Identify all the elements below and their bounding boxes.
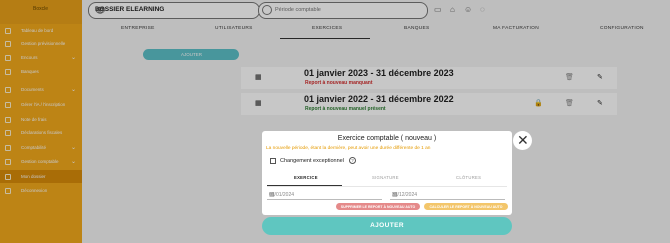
- close-icon: ✕: [517, 132, 529, 148]
- add-exercice-label: AJOUTER: [181, 52, 203, 57]
- tax-icon: [5, 129, 11, 136]
- exceptional-change-label: Changement exceptionnel: [280, 158, 344, 164]
- sidebar-item-banques[interactable]: Banques: [0, 65, 82, 78]
- delete-report-label: SUPPRIMER LE REPORT À NOUVEAU AUTO: [340, 204, 416, 209]
- calendar-icon: ▦: [255, 100, 262, 107]
- sidebar-item-tableau-de-bord[interactable]: Tableau de bord: [0, 24, 82, 37]
- sidebar-item-mon-dossier[interactable]: Mon dossier: [0, 170, 82, 183]
- dossier-selector[interactable]: DOSSIER ELEARNING 👁: [88, 2, 260, 19]
- sidebar-item-note-de-frais[interactable]: Note de frais: [0, 113, 82, 126]
- chevron-down-icon: ⌄: [71, 87, 77, 93]
- generate-report-label: CALCULER LE REPORT À NOUVEAU AUTO: [429, 204, 503, 209]
- user-icon[interactable]: ☺: [464, 5, 472, 14]
- calculator-icon: [5, 144, 11, 151]
- sidebar-item-deconnexion[interactable]: Déconnexion: [0, 184, 82, 197]
- start-date-field[interactable]: 01/01/2024 ▦: [267, 190, 382, 200]
- end-date-field[interactable]: 31/12/2024 ▦: [390, 190, 505, 200]
- close-modal-button[interactable]: ✕: [513, 131, 532, 150]
- exercice-status: Report à nouveau manuel présent: [305, 106, 386, 112]
- eye-icon[interactable]: 👁: [95, 6, 253, 15]
- help-icon[interactable]: ?: [349, 157, 356, 164]
- exercice-card[interactable]: ▦ 01 janvier 2023 - 31 décembre 2023 Rep…: [241, 67, 617, 89]
- exercice-card[interactable]: ▦ 01 janvier 2022 - 31 décembre 2022 Rep…: [241, 93, 617, 115]
- generate-report-button[interactable]: CALCULER LE REPORT À NOUVEAU AUTO: [424, 203, 508, 210]
- modal-title: Exercice comptable ( nouveau ): [337, 135, 437, 142]
- calendar-icon: ▦: [255, 74, 262, 81]
- trash-icon[interactable]: 🗑: [565, 73, 574, 81]
- chevron-down-icon: ⌄: [71, 159, 77, 165]
- folder-icon: [5, 54, 11, 61]
- chat-icon[interactable]: ◌: [480, 5, 485, 14]
- sidebar-item-label: Note de frais: [21, 117, 47, 122]
- app-logo[interactable]: Boxcle: [0, 0, 82, 24]
- edit-icon[interactable]: ✎: [597, 99, 603, 107]
- user-icon: [5, 101, 11, 108]
- sidebar-item-gestion-comptable[interactable]: Gestion comptable ⌄: [0, 155, 82, 168]
- tab-exercices[interactable]: EXERCICES: [312, 26, 342, 31]
- sidebar-item-label: Documents: [21, 87, 44, 92]
- document-icon: [5, 86, 11, 93]
- bell-icon[interactable]: ⌂: [450, 5, 455, 14]
- sidebar-item-declarations-fiscales[interactable]: Déclarations fiscales: [0, 126, 82, 139]
- sidebar-item-inscription[interactable]: Gérer l'iA / l'inscription: [0, 98, 82, 111]
- logo-text: Boxcle: [33, 6, 49, 12]
- tab-utilisateurs[interactable]: UTILISATEURS: [215, 26, 253, 31]
- chevron-down-icon: ⌄: [71, 55, 77, 61]
- top-bar: DOSSIER ELEARNING 👁 Période comptable ▭ …: [82, 0, 670, 22]
- search-icon: [262, 5, 272, 15]
- modal-active-tab-indicator: [267, 185, 342, 186]
- sidebar-item-comptabilite[interactable]: Comptabilité ⌄: [0, 141, 82, 154]
- sidebar-item-label: Banques: [21, 69, 39, 74]
- period-search[interactable]: Période comptable: [258, 2, 428, 19]
- period-search-placeholder: Période comptable: [275, 7, 321, 13]
- tab-banques[interactable]: BANQUES: [404, 26, 430, 31]
- modal-warning: La nouvelle période, étant la dernière, …: [266, 146, 431, 151]
- settings-tabs: ENTREPRISE UTILISATEURS EXERCICES BANQUE…: [88, 26, 670, 38]
- chart-icon: [5, 40, 11, 47]
- chevron-down-icon: ⌄: [71, 145, 77, 151]
- exceptional-change-checkbox[interactable]: [270, 158, 276, 164]
- submit-ajouter-button[interactable]: AJOUTER: [262, 217, 512, 235]
- modal-tabs-divider: [267, 186, 507, 187]
- edit-icon[interactable]: ✎: [597, 73, 603, 81]
- ledger-icon: [5, 158, 11, 165]
- receipt-icon: [5, 116, 11, 123]
- sidebar: Boxcle Tableau de bord Gestion prévision…: [0, 0, 82, 243]
- add-exercice-button[interactable]: AJOUTER: [143, 49, 239, 60]
- active-tab-indicator: [280, 38, 370, 39]
- book-icon[interactable]: ▭: [434, 5, 442, 14]
- logout-icon: [5, 187, 11, 194]
- trash-icon[interactable]: 🗑: [565, 99, 574, 107]
- tab-entreprise[interactable]: ENTREPRISE: [121, 26, 155, 31]
- sidebar-item-label: Gérer l'iA / l'inscription: [21, 102, 66, 107]
- exercice-title: 01 janvier 2022 - 31 décembre 2022: [304, 94, 454, 104]
- modal-tab-signature[interactable]: SIGNATURE: [372, 175, 399, 180]
- delete-report-button[interactable]: SUPPRIMER LE REPORT À NOUVEAU AUTO: [336, 203, 420, 210]
- sidebar-item-label: Déclarations fiscales: [21, 130, 63, 135]
- exercice-status: Report à nouveau manquant: [305, 80, 373, 86]
- lock-icon: 🔒: [534, 100, 543, 107]
- dashboard-icon: [5, 27, 11, 34]
- sidebar-item-label: Gestion comptable: [21, 159, 59, 164]
- submit-ajouter-label: AJOUTER: [370, 222, 404, 229]
- folder-icon: [5, 173, 11, 180]
- sidebar-item-label: Comptabilité: [21, 145, 47, 150]
- tab-ma-facturation[interactable]: MA FACTURATION: [493, 26, 539, 31]
- modal-tab-clotures[interactable]: CLÔTURES: [456, 175, 481, 180]
- tab-configuration[interactable]: CONFIGURATION: [600, 26, 644, 31]
- sidebar-item-documents[interactable]: Documents ⌄: [0, 83, 82, 96]
- exercice-title: 01 janvier 2023 - 31 décembre 2023: [304, 68, 454, 78]
- sidebar-item-label: Gestion prévisionnelle: [21, 41, 66, 46]
- sidebar-item-label: Mon dossier: [21, 174, 46, 179]
- bank-icon: [5, 68, 11, 75]
- exercice-modal: Exercice comptable ( nouveau ) La nouvel…: [262, 131, 512, 215]
- calendar-icon[interactable]: ▦: [269, 191, 380, 198]
- sidebar-item-label: Encours: [21, 55, 38, 60]
- sidebar-item-label: Déconnexion: [21, 188, 48, 193]
- modal-tab-exercice[interactable]: EXERCICE: [294, 175, 318, 180]
- sidebar-item-gestion-previsionnelle[interactable]: Gestion prévisionnelle: [0, 37, 82, 50]
- sidebar-item-encours[interactable]: Encours ⌄: [0, 51, 82, 64]
- sidebar-item-label: Tableau de bord: [21, 28, 54, 33]
- calendar-icon[interactable]: ▦: [392, 191, 503, 198]
